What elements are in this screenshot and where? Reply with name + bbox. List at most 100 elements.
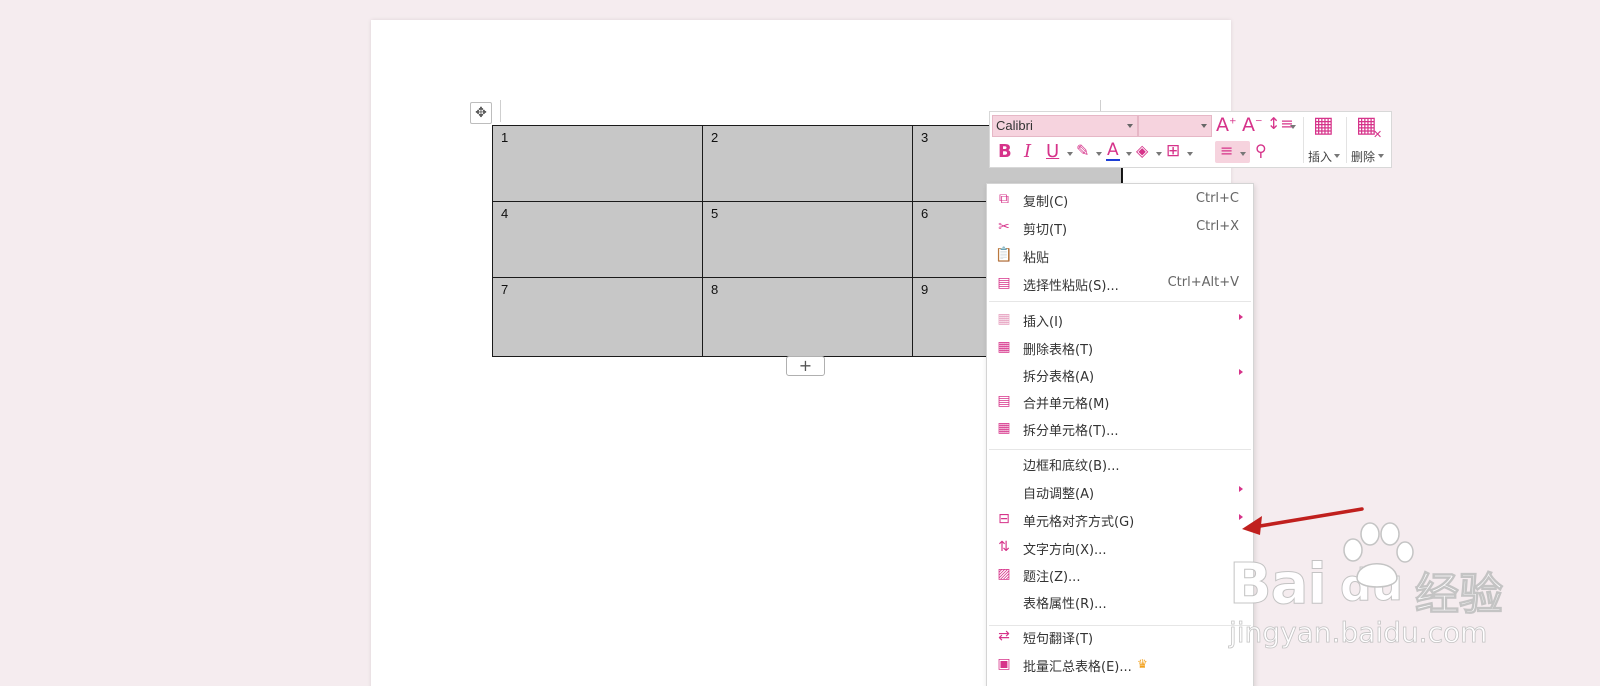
table-cell[interactable]: 2 bbox=[702, 125, 913, 202]
menu-item-text-direction[interactable]: ⇅ 文字方向(X)... bbox=[987, 534, 1253, 560]
chevron-down-icon bbox=[1126, 152, 1132, 156]
watermark: Bai du 经验 jingyan.baidu.com bbox=[1225, 520, 1525, 650]
batch-summary-icon: ▣ bbox=[997, 656, 1011, 672]
submenu-arrow-icon bbox=[1239, 369, 1243, 375]
watermark-url: jingyan.baidu.com bbox=[1229, 616, 1488, 650]
insert-label[interactable]: 插入 bbox=[1308, 148, 1332, 165]
menu-item-label: 合并单元格(M) bbox=[1023, 397, 1110, 412]
menu-item-translate[interactable]: ⇄ 短句翻译(T) bbox=[987, 623, 1253, 649]
menu-item-shortcut: Ctrl+X bbox=[1196, 219, 1239, 234]
submenu-arrow-icon bbox=[1239, 314, 1243, 320]
chevron-down-icon bbox=[1378, 154, 1384, 158]
watermark-suffix: 经验 bbox=[1415, 569, 1504, 621]
menu-item-autofit[interactable]: 自动调整(A) bbox=[987, 478, 1253, 504]
chevron-down-icon bbox=[1240, 152, 1246, 156]
menu-item-shortcut: Ctrl+Alt+V bbox=[1167, 275, 1239, 290]
split-cells-icon: ▦ bbox=[997, 420, 1011, 436]
menu-item-label: 删除表格(T) bbox=[1023, 343, 1094, 358]
delete-label[interactable]: 删除 bbox=[1351, 148, 1375, 165]
menu-item-label: 拆分表格(A) bbox=[1023, 370, 1095, 385]
menu-item-label: 表格属性(R)... bbox=[1023, 597, 1107, 612]
menu-item-label: 拆分单元格(T)... bbox=[1023, 424, 1119, 439]
borders-icon[interactable]: ⊞ bbox=[1166, 143, 1180, 160]
menu-item-delete-table[interactable]: ▦ 删除表格(T) bbox=[987, 334, 1253, 360]
menu-item-label: 选择性粘贴(S)... bbox=[1023, 279, 1119, 294]
context-menu: ⧉ 复制(C) Ctrl+C ✂ 剪切(T) Ctrl+X 📋 粘贴 ▤ 选择性… bbox=[986, 183, 1254, 686]
font-color-icon[interactable]: A bbox=[1106, 142, 1120, 161]
menu-item-label: 短句翻译(T) bbox=[1023, 632, 1094, 647]
submenu-arrow-icon bbox=[1239, 486, 1243, 492]
menu-item-cut[interactable]: ✂ 剪切(T) Ctrl+X bbox=[987, 214, 1253, 240]
text-direction-icon: ⇅ bbox=[998, 539, 1010, 555]
menu-item-label: 批量汇总表格(E)... bbox=[1023, 660, 1132, 675]
menu-item-borders-shading[interactable]: 边框和底纹(B)... bbox=[987, 450, 1253, 476]
paste-icon: 📋 bbox=[995, 247, 1013, 263]
mini-toolbar: Calibri A+ A− ↕≡ B I U ✎ A ◈ ⊞ ≡ ⚲ ▦ 插入 … bbox=[989, 111, 1392, 168]
highlight-icon[interactable]: ✎ bbox=[1076, 143, 1089, 159]
font-shrink-icon[interactable]: A− bbox=[1242, 116, 1263, 135]
menu-item-label: 边框和底纹(B)... bbox=[1023, 459, 1120, 474]
menu-item-label: 文字方向(X)... bbox=[1023, 543, 1107, 558]
menu-item-split-table[interactable]: 拆分表格(A) bbox=[987, 361, 1253, 387]
table-move-handle-icon[interactable]: ✥ bbox=[470, 102, 492, 124]
line-spacing-icon[interactable]: ↕≡ bbox=[1267, 116, 1294, 132]
format-painter-icon[interactable]: ⚲ bbox=[1255, 143, 1267, 159]
crown-icon: ♛ bbox=[1137, 657, 1148, 671]
menu-item-shortcut: Ctrl+C bbox=[1195, 191, 1239, 206]
table-cell[interactable]: 7 bbox=[492, 277, 703, 357]
chevron-down-icon bbox=[1067, 152, 1073, 156]
page-margin-mark-left bbox=[500, 100, 501, 122]
translate-icon: ⇄ bbox=[998, 628, 1010, 644]
menu-separator bbox=[989, 301, 1251, 302]
font-grow-icon[interactable]: A+ bbox=[1216, 116, 1237, 135]
menu-item-label: 粘贴 bbox=[1023, 251, 1050, 266]
menu-item-paste[interactable]: 📋 粘贴 bbox=[987, 242, 1253, 268]
font-name-value: Calibri bbox=[996, 118, 1033, 133]
paste-special-icon: ▤ bbox=[997, 275, 1011, 291]
table-cell[interactable]: 4 bbox=[492, 201, 703, 278]
menu-item-label: 剪切(T) bbox=[1023, 223, 1068, 238]
delete-mark-icon: ✕ bbox=[1373, 128, 1383, 141]
menu-item-caption[interactable]: ▨ 题注(Z)... bbox=[987, 561, 1253, 587]
table-cell[interactable]: 5 bbox=[702, 201, 913, 278]
chevron-down-icon bbox=[1156, 152, 1162, 156]
watermark-brand-du: du bbox=[1340, 560, 1404, 612]
chevron-down-icon bbox=[1096, 152, 1102, 156]
menu-item-merge-cells[interactable]: ▤ 合并单元格(M) bbox=[987, 388, 1253, 414]
bold-icon[interactable]: B bbox=[998, 143, 1012, 161]
insert-table-icon[interactable]: ▦ bbox=[1313, 115, 1334, 137]
shading-icon[interactable]: ◈ bbox=[1136, 143, 1148, 159]
font-size-select[interactable] bbox=[1138, 115, 1212, 137]
menu-item-label: 单元格对齐方式(G) bbox=[1023, 515, 1135, 530]
menu-item-label: 自动调整(A) bbox=[1023, 487, 1095, 502]
align-icon[interactable]: ≡ bbox=[1220, 143, 1233, 159]
toolbar-separator bbox=[1346, 117, 1347, 163]
annotation-arrow-icon bbox=[1242, 507, 1364, 535]
copy-icon: ⧉ bbox=[999, 191, 1009, 207]
menu-item-cell-alignment[interactable]: ⊟ 单元格对齐方式(G) bbox=[987, 506, 1253, 532]
menu-item-table-properties[interactable]: 表格属性(R)... bbox=[987, 588, 1253, 614]
chevron-down-icon bbox=[1201, 124, 1207, 128]
cut-icon: ✂ bbox=[998, 219, 1010, 235]
chevron-down-icon bbox=[1187, 152, 1193, 156]
menu-item-insert[interactable]: ▦ 插入(I) bbox=[987, 306, 1253, 332]
font-name-select[interactable]: Calibri bbox=[992, 115, 1138, 137]
menu-item-paste-special[interactable]: ▤ 选择性粘贴(S)... Ctrl+Alt+V bbox=[987, 270, 1253, 296]
text-caret bbox=[1121, 168, 1122, 184]
chevron-down-icon bbox=[1290, 125, 1296, 129]
menu-item-label: 题注(Z)... bbox=[1023, 570, 1081, 585]
insert-cells-icon: ▦ bbox=[997, 311, 1011, 327]
add-row-button[interactable]: + bbox=[786, 356, 825, 376]
delete-table-icon: ▦ bbox=[997, 339, 1011, 355]
caption-icon: ▨ bbox=[997, 566, 1011, 582]
menu-item-label: 插入(I) bbox=[1023, 315, 1063, 330]
menu-item-copy[interactable]: ⧉ 复制(C) Ctrl+C bbox=[987, 186, 1253, 212]
menu-item-batch-summary[interactable]: ▣ 批量汇总表格(E)... ♛ bbox=[987, 651, 1253, 677]
italic-icon[interactable]: I bbox=[1024, 143, 1031, 161]
underline-icon[interactable]: U bbox=[1046, 143, 1059, 161]
chevron-down-icon bbox=[1334, 154, 1340, 158]
menu-item-split-cells[interactable]: ▦ 拆分单元格(T)... bbox=[987, 415, 1253, 441]
table-cell[interactable]: 8 bbox=[702, 277, 913, 357]
toolbar-separator bbox=[1303, 117, 1304, 163]
table-cell[interactable]: 1 bbox=[492, 125, 703, 202]
